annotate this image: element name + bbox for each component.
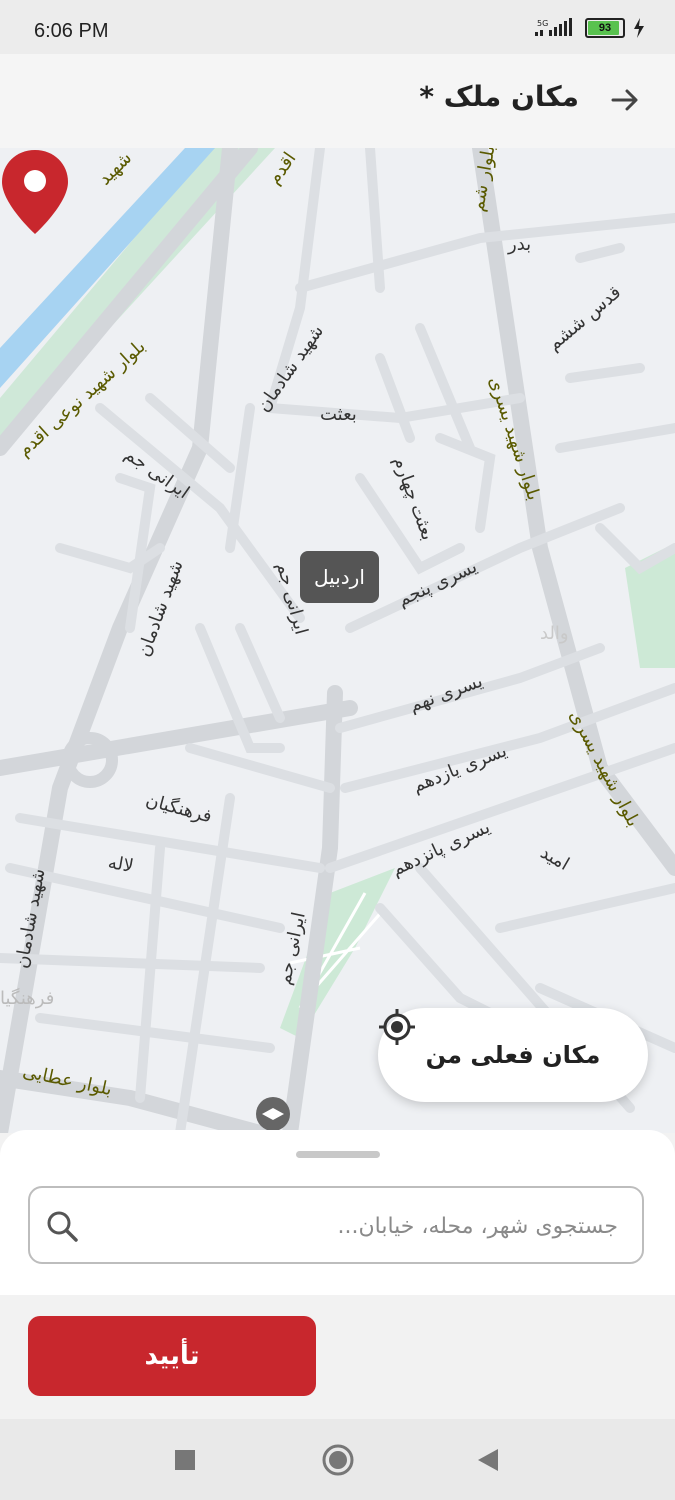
page-title: مکان ملک * (419, 80, 579, 113)
confirm-button[interactable]: تأیید (28, 1316, 316, 1396)
map-label: لاله (106, 851, 136, 878)
sheet-drag-handle[interactable] (296, 1151, 380, 1158)
bottom-sheet (0, 1130, 675, 1295)
back-arrow-icon[interactable] (609, 84, 641, 116)
app-bar: مکان ملک * (0, 54, 675, 149)
my-location-label: مکان فعلی من (425, 1041, 601, 1069)
nav-back-button[interactable] (453, 1419, 523, 1500)
status-icons: 5G 93 (533, 18, 645, 38)
search-icon[interactable] (44, 1208, 80, 1244)
battery-icon: 93 (585, 18, 625, 38)
city-tooltip: اردبیل (300, 551, 379, 603)
battery-level: 93 (598, 22, 612, 34)
search-box[interactable] (28, 1186, 644, 1264)
nav-home-button[interactable] (303, 1419, 373, 1500)
map-label: فرهنگیا (0, 988, 55, 1009)
status-bar: 6:06 PM 5G 93 (0, 0, 675, 54)
my-location-button[interactable]: مکان فعلی من (378, 1008, 648, 1102)
circle-home-icon (322, 1444, 354, 1475)
crosshair-icon (379, 1009, 415, 1045)
network-type: 5G (537, 19, 548, 28)
square-icon (175, 1449, 195, 1470)
footer-area: تأیید (0, 1295, 675, 1419)
triangle-back-icon (478, 1448, 498, 1471)
map-label: بعثت (320, 404, 357, 425)
location-pin-icon[interactable] (0, 148, 70, 236)
map-view[interactable]: شهید اقدم بلوار شم بدر قدس ششم شهید شادم… (0, 148, 675, 1133)
map-roads (0, 148, 675, 1133)
status-time: 6:06 PM (34, 20, 109, 42)
search-input[interactable] (96, 1188, 620, 1264)
map-label: بدر (508, 234, 532, 255)
charging-icon (634, 18, 644, 38)
signal-icon: 5G (535, 18, 572, 36)
system-nav-bar (0, 1419, 675, 1500)
map-label: والد (540, 623, 569, 644)
nav-recents-button[interactable] (150, 1419, 220, 1500)
